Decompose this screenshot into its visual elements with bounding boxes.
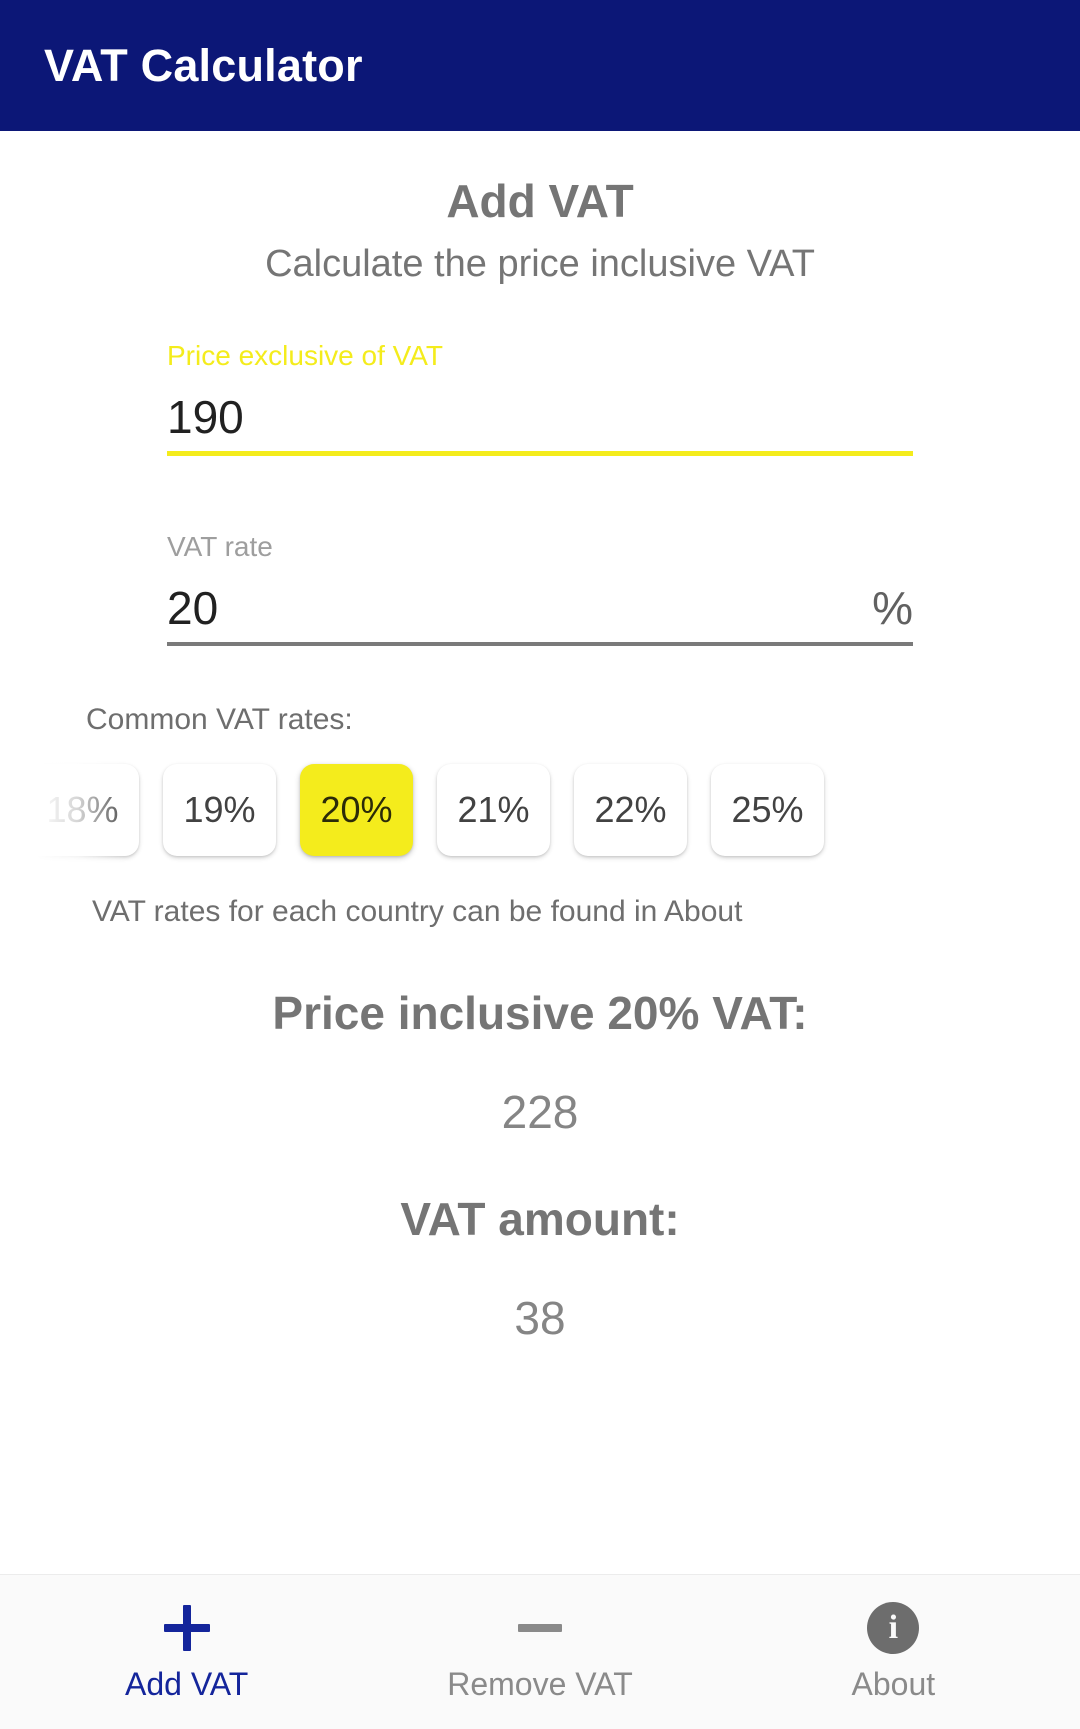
nav-item-remove-vat[interactable]: Remove VAT — [363, 1594, 716, 1700]
result-price-inclusive-heading: Price inclusive 20% VAT: — [272, 986, 808, 1039]
result-vat-amount-heading: VAT amount: — [400, 1193, 680, 1246]
nav-label-remove-vat: Remove VAT — [447, 1666, 633, 1702]
vat-rate-chip-label: 22% — [594, 788, 667, 830]
vat-rate-row[interactable]: % — [167, 579, 913, 646]
nav-label-add-vat: Add VAT — [125, 1666, 249, 1702]
common-rates-caption: Common VAT rates: — [86, 702, 353, 736]
vat-rate-chip[interactable]: 22% — [574, 763, 687, 856]
result-vat-amount-value: 38 — [514, 1292, 566, 1345]
results-section: Price inclusive 20% VAT: 228 VAT amount:… — [0, 986, 1080, 1347]
price-exclusive-input[interactable] — [167, 389, 913, 446]
page-title: Add VAT — [446, 175, 634, 227]
vat-rate-chip-label: 19% — [183, 788, 256, 830]
percent-suffix: % — [872, 581, 913, 634]
info-icon: i — [867, 1602, 920, 1654]
vat-rate-chip[interactable]: 20% — [300, 763, 413, 856]
main-content: Add VAT Calculate the price inclusive VA… — [0, 131, 1080, 1574]
page-subtitle: Calculate the price inclusive VAT — [265, 242, 815, 285]
vat-rate-chip[interactable]: 25% — [711, 763, 824, 856]
price-exclusive-field[interactable]: Price exclusive of VAT — [167, 339, 913, 457]
plus-icon — [163, 1602, 210, 1654]
common-rates-note: VAT rates for each country can be found … — [92, 894, 743, 928]
vat-rate-input[interactable] — [167, 579, 861, 636]
vat-rate-chip[interactable]: 19% — [163, 763, 276, 856]
vat-rate-chip[interactable]: 18% — [26, 763, 139, 856]
vat-form: Price exclusive of VAT VAT rate % — [167, 287, 913, 646]
common-rates-list: 18% 19% 20% 21% 22% 25% — [26, 754, 994, 870]
nav-item-about[interactable]: i About — [717, 1594, 1070, 1700]
nav-label-about: About — [851, 1666, 936, 1702]
vat-rate-chip-label: 20% — [320, 788, 393, 830]
nav-item-add-vat[interactable]: Add VAT — [10, 1594, 363, 1700]
minus-icon — [517, 1602, 562, 1654]
vat-rate-label: VAT rate — [167, 531, 273, 563]
result-vat-amount: VAT amount: 38 — [0, 1192, 1080, 1346]
bottom-navigation: Add VAT Remove VAT i About — [0, 1574, 1080, 1729]
app-root: VAT Calculator Add VAT Calculate the pri… — [0, 0, 1080, 1729]
common-rates-scroller[interactable]: 18% 19% 20% 21% 22% 25% — [0, 753, 994, 870]
common-rates-section: Common VAT rates: 18% 19% 20% 21% 22% 25% — [0, 702, 1080, 870]
price-exclusive-row[interactable] — [167, 389, 913, 457]
result-price-inclusive-value: 228 — [501, 1086, 579, 1139]
vat-rate-chip-label: 21% — [457, 788, 530, 830]
vat-rate-chip-label: 25% — [731, 788, 804, 830]
vat-rate-field[interactable]: VAT rate % — [167, 530, 913, 646]
price-exclusive-label: Price exclusive of VAT — [167, 340, 443, 372]
app-title: VAT Calculator — [44, 40, 363, 91]
vat-rate-chip-label: 18% — [46, 788, 119, 830]
result-price-inclusive: Price inclusive 20% VAT: 228 — [0, 986, 1080, 1140]
app-bar: VAT Calculator — [0, 0, 1080, 131]
vat-rate-chip[interactable]: 21% — [437, 763, 550, 856]
